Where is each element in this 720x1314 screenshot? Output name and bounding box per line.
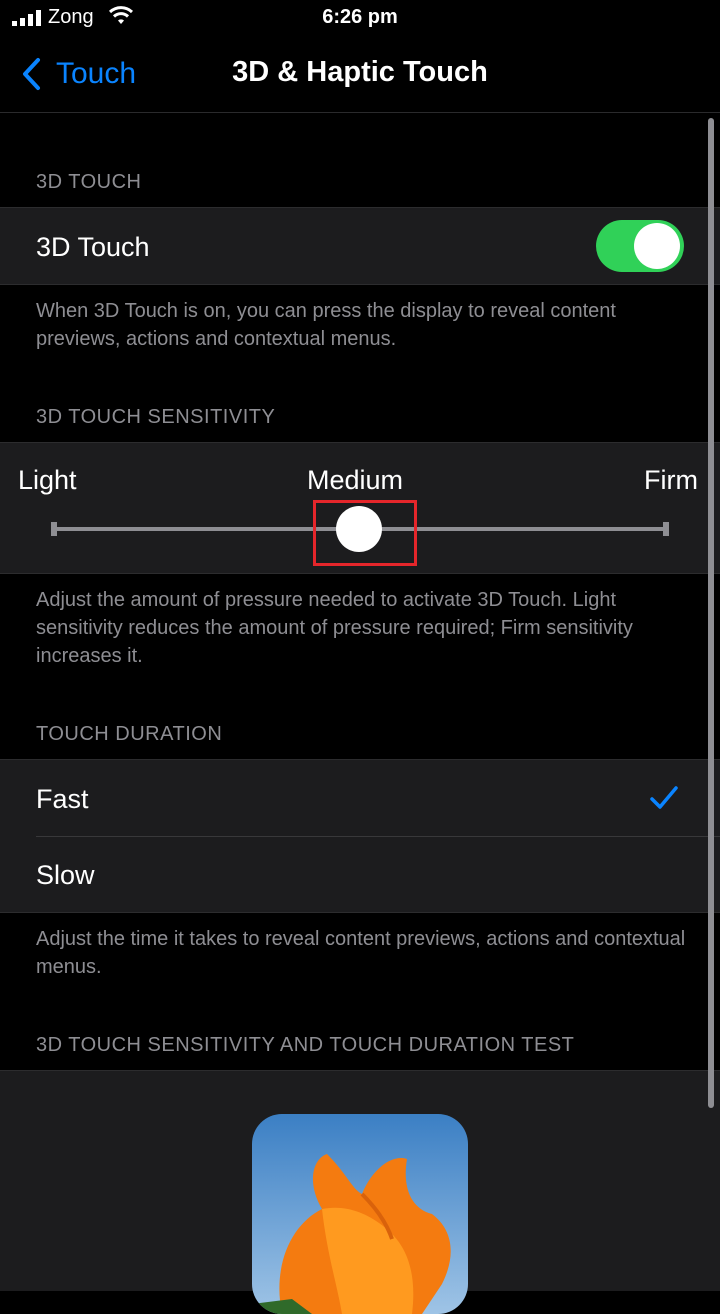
section-header-sensitivity: 3D TOUCH SENSITIVITY bbox=[36, 406, 276, 428]
duration-options: Fast Slow bbox=[0, 759, 720, 913]
slider-label-medium: Medium bbox=[307, 465, 404, 495]
page-title: 3D & Haptic Touch bbox=[232, 56, 488, 88]
slider-label-light: Light bbox=[18, 465, 77, 495]
status-time: 6:26 pm bbox=[322, 6, 398, 28]
duration-option-fast[interactable]: Fast bbox=[0, 760, 720, 836]
duration-option-slow[interactable]: Slow bbox=[0, 837, 720, 912]
3d-touch-row: 3D Touch bbox=[0, 207, 720, 285]
checkmark-icon bbox=[650, 786, 678, 809]
annotation-highlight-box bbox=[313, 500, 417, 566]
poppy-flower-image bbox=[252, 1154, 451, 1314]
duration-footer: Adjust the time it takes to reveal conte… bbox=[36, 928, 686, 978]
slider-label-firm: Firm bbox=[644, 465, 698, 495]
duration-option-label: Slow bbox=[36, 860, 95, 890]
3d-touch-label: 3D Touch bbox=[36, 232, 150, 262]
duration-option-label: Fast bbox=[36, 784, 89, 814]
scroll-indicator[interactable] bbox=[708, 118, 714, 1108]
slider-track-end bbox=[663, 522, 669, 536]
toggle-knob bbox=[634, 223, 680, 269]
sensitivity-footer: Adjust the amount of pressure needed to … bbox=[36, 589, 633, 667]
3d-touch-toggle[interactable] bbox=[596, 220, 684, 272]
section-header-3d-touch: 3D TOUCH bbox=[36, 171, 142, 193]
sensitivity-slider-row: Light Medium Firm bbox=[0, 442, 720, 574]
section-header-test: 3D TOUCH SENSITIVITY AND TOUCH DURATION … bbox=[36, 1034, 575, 1056]
section-header-duration: TOUCH DURATION bbox=[36, 723, 223, 745]
status-bar: Zong 6:26 pm bbox=[0, 0, 720, 38]
slider-track-start bbox=[51, 522, 57, 536]
test-flower-image[interactable] bbox=[252, 1114, 468, 1314]
navigation-bar: Touch 3D & Haptic Touch bbox=[0, 38, 720, 113]
3d-touch-footer: When 3D Touch is on, you can press the d… bbox=[36, 300, 616, 350]
